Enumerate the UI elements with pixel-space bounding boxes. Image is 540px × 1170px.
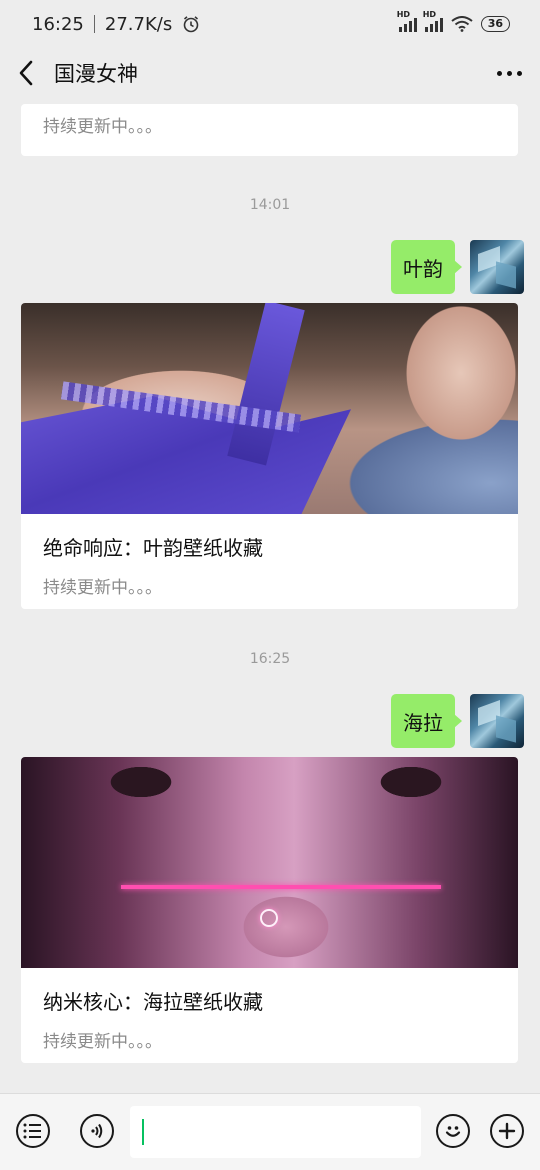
text-cursor (142, 1119, 144, 1145)
status-bar: 16:25 27.7K/s HD HD 36 (0, 0, 540, 48)
battery-icon: 36 (480, 16, 510, 32)
card-subtitle: 持续更新中。。。 (43, 578, 162, 598)
signal-icon: HD (423, 10, 443, 32)
card-image (21, 303, 518, 514)
avatar[interactable] (470, 694, 524, 748)
list-menu-icon[interactable] (16, 1114, 50, 1148)
alarm-icon (183, 16, 199, 33)
card-subtitle: 持续更新中。。。 (43, 1032, 162, 1052)
card-image (21, 757, 518, 968)
article-card[interactable]: 绝命响应：叶韵壁纸收藏 持续更新中。。。 (21, 303, 518, 609)
wifi-icon (451, 16, 473, 32)
card-title: 绝命响应：叶韵壁纸收藏 (43, 536, 263, 560)
signal-icon: HD (397, 10, 417, 32)
emoji-icon[interactable] (436, 1114, 470, 1148)
chevron-left-icon[interactable] (18, 60, 34, 86)
article-card-partial[interactable]: 持续更新中。。。 (21, 104, 518, 156)
user-message-bubble[interactable]: 叶韵 (391, 240, 462, 294)
nav-bar: 国漫女神 (0, 48, 540, 98)
card-subtitle: 持续更新中。。。 (43, 117, 162, 137)
network-speed: 27.7K/s (104, 13, 173, 35)
status-divider (93, 15, 95, 33)
user-message-bubble[interactable]: 海拉 (391, 694, 462, 748)
status-time: 16:25 (32, 13, 84, 35)
avatar[interactable] (470, 240, 524, 294)
timestamp: 16:25 (249, 651, 291, 667)
message-input[interactable] (130, 1106, 421, 1158)
plus-icon[interactable] (490, 1114, 524, 1148)
timestamp: 14:01 (249, 197, 291, 213)
page-title: 国漫女神 (54, 62, 138, 86)
more-dots-icon[interactable] (497, 70, 522, 76)
article-card[interactable]: 纳米核心：海拉壁纸收藏 持续更新中。。。 (21, 757, 518, 1063)
input-bar (0, 1093, 540, 1170)
voice-icon[interactable] (80, 1114, 114, 1148)
card-title: 纳米核心：海拉壁纸收藏 (43, 990, 263, 1014)
